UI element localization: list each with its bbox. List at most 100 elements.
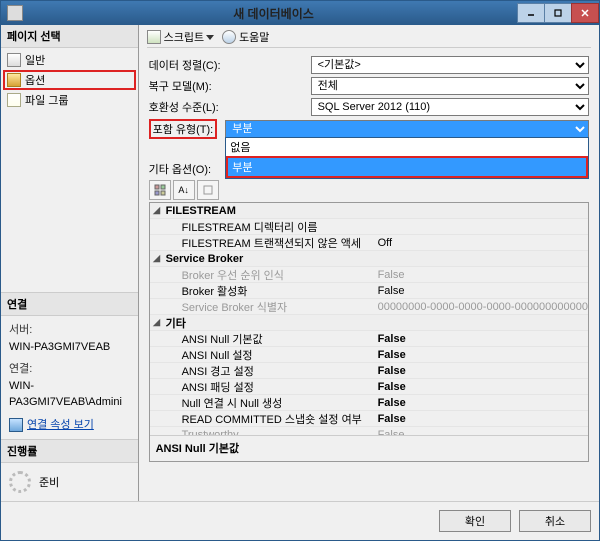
nav-list: 일반 옵션 파일 그룹 (1, 48, 138, 112)
grid-value[interactable]: Off (374, 237, 588, 249)
grid-key: READ COMMITTED 스냅숏 설정 여부 (164, 411, 374, 427)
window-controls (518, 3, 599, 23)
grid-value[interactable]: False (374, 413, 588, 425)
nav-item-general[interactable]: 일반 (3, 50, 136, 70)
grid-category[interactable]: ◢기타 (150, 315, 588, 331)
dropdown-item-partial[interactable]: 부분 (226, 156, 588, 178)
property-grid: ◢FILESTREAMFILESTREAM 디렉터리 이름FILESTREAM … (149, 202, 589, 462)
grid-row[interactable]: Null 연결 시 Null 생성False (150, 395, 588, 411)
grid-row[interactable]: ANSI 경고 설정False (150, 363, 588, 379)
form-area: 데이터 정렬(C): <기본값> 복구 모델(M): 전체 호환성 수준(L):… (147, 52, 591, 468)
containment-select[interactable]: 부분 (225, 120, 589, 138)
dialog-window: 새 데이터베이스 페이지 선택 일반 옵션 파일 그룹 (0, 0, 600, 541)
progress-section: 진행률 준비 (1, 439, 138, 501)
dropdown-item-none[interactable]: 없음 (226, 138, 588, 156)
grid-key: ANSI 패딩 설정 (164, 379, 374, 395)
grid-value[interactable]: False (374, 381, 588, 393)
grid-value[interactable]: False (374, 333, 588, 345)
grid-key: FILESTREAM 디렉터리 이름 (164, 219, 374, 235)
grid-toolbar: A↓ (149, 180, 589, 200)
containment-dropdown-list: 없음 부분 (225, 137, 589, 179)
help-button[interactable]: 도움말 (222, 29, 269, 45)
grid-value[interactable]: False (374, 349, 588, 361)
grid-row[interactable]: FILESTREAM 트랜잭션되지 않은 액세Off (150, 235, 588, 251)
help-label: 도움말 (239, 29, 269, 45)
grid-key: ANSI Null 설정 (164, 347, 374, 363)
grid-scroll[interactable]: ◢FILESTREAMFILESTREAM 디렉터리 이름FILESTREAM … (150, 203, 588, 435)
ok-button[interactable]: 확인 (439, 510, 511, 532)
grid-key: Service Broker 식별자 (164, 299, 374, 315)
page-icon (7, 53, 21, 67)
collapse-icon[interactable]: ◢ (150, 253, 164, 264)
connection-section: 연결 서버: WIN-PA3GMI7VEAB 연결: WIN-PA3GMI7VE… (1, 292, 138, 439)
grid-row[interactable]: TrustworthyFalse (150, 427, 588, 435)
left-panel: 페이지 선택 일반 옵션 파일 그룹 연결 서버: (1, 25, 139, 501)
collapse-icon[interactable]: ◢ (150, 205, 164, 216)
spinner-icon (9, 471, 31, 493)
grid-key: ANSI Null 기본값 (164, 331, 374, 347)
nav-item-filegroups[interactable]: 파일 그룹 (3, 90, 136, 110)
close-button[interactable] (571, 3, 599, 23)
grid-value[interactable]: False (374, 397, 588, 409)
titlebar[interactable]: 새 데이터베이스 (1, 1, 599, 25)
minimize-button[interactable] (517, 3, 545, 23)
grid-category[interactable]: ◢FILESTREAM (150, 203, 588, 219)
grid-key: Null 연결 시 Null 생성 (164, 395, 374, 411)
grid-extra-button[interactable] (197, 180, 219, 200)
collation-select[interactable]: <기본값> (311, 56, 589, 74)
progress-text: 준비 (39, 474, 59, 490)
recovery-select[interactable]: 전체 (311, 77, 589, 95)
alphabetical-button[interactable]: A↓ (173, 180, 195, 200)
filegroup-icon (7, 93, 21, 107)
grid-key: Broker 우선 순위 인식 (164, 267, 374, 283)
chevron-down-icon (206, 33, 214, 41)
server-value: WIN-PA3GMI7VEAB (9, 339, 130, 356)
script-label: 스크립트 (164, 29, 204, 45)
grid-value[interactable]: False (374, 365, 588, 377)
section-connection-header: 연결 (1, 293, 138, 316)
nav-label: 옵션 (25, 72, 45, 88)
grid-row[interactable]: Service Broker 식별자00000000-0000-0000-000… (150, 299, 588, 315)
grid-row[interactable]: FILESTREAM 디렉터리 이름 (150, 219, 588, 235)
nav-item-options[interactable]: 옵션 (3, 70, 136, 90)
categorized-button[interactable] (149, 180, 171, 200)
help-icon (222, 30, 236, 44)
grid-row[interactable]: ANSI Null 설정False (150, 347, 588, 363)
grid-row[interactable]: ANSI 패딩 설정False (150, 379, 588, 395)
link-icon (9, 418, 23, 432)
category-name: Service Broker (164, 253, 374, 265)
grid-value[interactable]: False (374, 269, 588, 281)
database-icon (7, 5, 23, 21)
category-name: FILESTREAM (164, 205, 374, 217)
collapse-icon[interactable]: ◢ (150, 317, 164, 328)
script-button[interactable]: 스크립트 (147, 29, 214, 45)
cancel-button[interactable]: 취소 (519, 510, 591, 532)
grid-description: ANSI Null 기본값 (150, 435, 588, 461)
grid-row[interactable]: Broker 우선 순위 인식False (150, 267, 588, 283)
options-icon (7, 73, 21, 87)
section-pages-header: 페이지 선택 (1, 25, 138, 48)
server-label: 서버: (9, 322, 130, 339)
grid-row[interactable]: READ COMMITTED 스냅숏 설정 여부False (150, 411, 588, 427)
grid-key: FILESTREAM 트랜잭션되지 않은 액세 (164, 235, 374, 251)
grid-row[interactable]: ANSI Null 기본값False (150, 331, 588, 347)
right-panel: 스크립트 도움말 데이터 정렬(C): <기본값> 복구 모델(M): 전체 (139, 25, 599, 501)
dialog-buttons: 확인 취소 (1, 501, 599, 540)
grid-key: Broker 활성화 (164, 283, 374, 299)
grid-category[interactable]: ◢Service Broker (150, 251, 588, 267)
compat-select[interactable]: SQL Server 2012 (110) (311, 98, 589, 116)
containment-label: 포함 유형(T): (149, 119, 218, 139)
grid-value[interactable]: 00000000-0000-0000-0000-000000000000 (374, 301, 588, 313)
link-text: 연결 속성 보기 (27, 417, 94, 434)
connection-properties-link[interactable]: 연결 속성 보기 (9, 417, 130, 434)
collation-label: 데이터 정렬(C): (149, 57, 311, 73)
recovery-label: 복구 모델(M): (149, 78, 311, 94)
maximize-button[interactable] (544, 3, 572, 23)
grid-row[interactable]: Broker 활성화False (150, 283, 588, 299)
grid-value[interactable]: False (374, 285, 588, 297)
compat-label: 호환성 수준(L): (149, 99, 311, 115)
nav-label: 파일 그룹 (25, 92, 69, 108)
script-icon (147, 30, 161, 44)
nav-label: 일반 (25, 52, 45, 68)
toolbar: 스크립트 도움말 (147, 29, 591, 48)
